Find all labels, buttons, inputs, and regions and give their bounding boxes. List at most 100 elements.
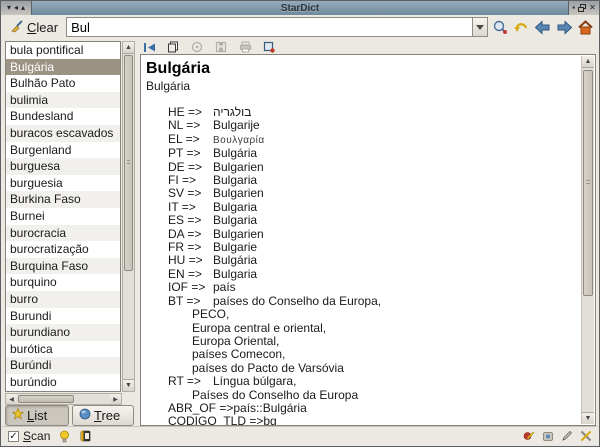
forward-icon[interactable]	[556, 18, 573, 37]
stardict-window: ▾ ◂ ▴ StarDict ▪ ✕ Clear	[0, 0, 600, 447]
edit-icon[interactable]	[560, 430, 573, 443]
list-item[interactable]: Burnei	[6, 208, 120, 225]
list-item[interactable]: Burquina Faso	[6, 258, 120, 275]
list-item[interactable]: burro	[6, 291, 120, 308]
translation-line: DA =>Bulgarien	[146, 228, 581, 241]
dictionary-book-icon[interactable]	[79, 430, 92, 443]
tools-icon[interactable]	[579, 430, 592, 443]
translation-line: ES =>Bulgaria	[146, 214, 581, 227]
language-code: DA =>	[168, 228, 213, 241]
close-icon[interactable]: ✕	[589, 4, 596, 12]
word-list-hscrollbar[interactable]: ◀ ▶	[5, 393, 122, 405]
list-item[interactable]: bula pontifical	[6, 42, 120, 59]
search-dropdown-button[interactable]	[472, 17, 488, 37]
scrollbar-thumb[interactable]	[124, 55, 133, 271]
window-title: StarDict	[281, 3, 319, 14]
list-item[interactable]: Burkina Faso	[6, 191, 120, 208]
translation-value: país	[213, 280, 236, 294]
scan-toggle[interactable]: ✓ Scan	[8, 429, 50, 443]
tab-list[interactable]: List	[5, 405, 69, 426]
list-item[interactable]: burquino	[6, 274, 120, 291]
play-sound-icon[interactable]	[190, 41, 204, 54]
definition-pane: Bulgária Bulgária HE =>בולגריהNL =>Bulga…	[140, 54, 596, 426]
list-item[interactable]: Bundesland	[6, 108, 120, 125]
scroll-down-icon[interactable]: ▼	[123, 379, 134, 391]
tab-tree[interactable]: Tree	[72, 405, 134, 426]
translation-value: בולגריה	[213, 105, 251, 119]
translation-line: Europa Oriental,	[146, 335, 581, 348]
tree-view-icon	[79, 408, 91, 423]
home-icon[interactable]	[577, 18, 594, 37]
save-icon[interactable]	[214, 41, 228, 54]
print-icon[interactable]	[238, 41, 252, 54]
scan-checkbox[interactable]: ✓	[8, 431, 19, 442]
definition-content[interactable]: Bulgária Bulgária HE =>בולגריהNL =>Bulga…	[141, 55, 581, 425]
translation-value: países do Pacto de Varsóvia	[192, 361, 344, 375]
main-toolbar: Clear	[2, 15, 598, 39]
translation-line: NL =>Bulgarije	[146, 119, 581, 132]
list-item[interactable]: burótica	[6, 341, 120, 358]
scroll-left-icon[interactable]: ◀	[6, 394, 17, 404]
plugin-icon[interactable]	[541, 430, 554, 443]
scroll-up-icon[interactable]: ▲	[123, 42, 134, 54]
translation-value: Bulgarien	[213, 186, 264, 200]
list-item[interactable]: buracos escavados	[6, 125, 120, 142]
language-code: FR =>	[168, 241, 213, 254]
lightbulb-icon[interactable]	[58, 430, 71, 443]
translation-value: países do Conselho da Europa,	[213, 294, 381, 308]
sticky-icon[interactable]: ◂	[14, 4, 18, 12]
list-item[interactable]: burguesa	[6, 158, 120, 175]
translation-list: HE =>בולגריהNL =>BulgarijeEL =>Βουλγαρία…	[146, 106, 581, 425]
list-item[interactable]: Bulhão Pato	[6, 75, 120, 92]
scroll-up-icon[interactable]: ▲	[582, 56, 594, 68]
titlebar-right-controls: ▪ ✕	[569, 1, 599, 15]
definition-vscrollbar[interactable]: ▲ ▼	[581, 56, 594, 424]
undo-icon[interactable]	[513, 18, 530, 37]
list-item[interactable]: Burgenland	[6, 142, 120, 159]
translation-line: DE =>Bulgarien	[146, 161, 581, 174]
list-item[interactable]: burguesia	[6, 175, 120, 192]
translation-value: Europa Oriental,	[192, 334, 279, 348]
list-item[interactable]: burundiano	[6, 324, 120, 341]
scroll-down-icon[interactable]: ▼	[582, 412, 594, 424]
translation-line: PT =>Bulgária	[146, 147, 581, 160]
list-item[interactable]: Burundi	[6, 308, 120, 325]
translation-line: países do Pacto de Varsóvia	[146, 362, 581, 375]
translation-line: IOF =>país	[146, 281, 581, 294]
chevron-down-icon	[476, 25, 484, 30]
scan-label: Scan	[23, 429, 50, 443]
list-item[interactable]: burocracia	[6, 225, 120, 242]
clear-button[interactable]: Clear	[6, 17, 62, 38]
scroll-right-icon[interactable]: ▶	[110, 394, 121, 404]
language-code: FI =>	[168, 174, 213, 187]
menu-icon[interactable]: ▾	[7, 4, 11, 12]
find-icon[interactable]	[492, 18, 509, 37]
search-definition-icon[interactable]	[262, 41, 276, 54]
copy-icon[interactable]	[166, 41, 180, 54]
back-icon[interactable]	[534, 18, 551, 37]
titlebar: ▾ ◂ ▴ StarDict ▪ ✕	[1, 1, 599, 15]
article-toolbar	[142, 40, 276, 54]
translation-line: FR =>Bulgarie	[146, 241, 581, 254]
list-item[interactable]: burúndio	[6, 374, 120, 391]
language-code: IT =>	[168, 201, 213, 214]
minimize-icon[interactable]: ▪	[572, 4, 575, 12]
list-item[interactable]: Bulgária	[6, 59, 120, 76]
list-item[interactable]: bulimia	[6, 92, 120, 109]
go-first-icon[interactable]	[142, 41, 156, 54]
translation-value: Bulgarien	[213, 160, 264, 174]
dict-manage-icon[interactable]	[522, 430, 535, 443]
shade-icon[interactable]: ▴	[21, 4, 25, 12]
scrollbar-thumb[interactable]	[583, 70, 593, 296]
translation-line: IT =>Bulgaria	[146, 201, 581, 214]
maximize-icon[interactable]	[578, 4, 586, 12]
language-code: EN =>	[168, 268, 213, 281]
list-item[interactable]: burocratização	[6, 241, 120, 258]
search-input[interactable]	[66, 17, 472, 37]
search-combo	[66, 17, 488, 37]
word-list-vscrollbar[interactable]: ▲ ▼	[122, 41, 135, 392]
titlebar-center[interactable]: StarDict	[31, 1, 569, 15]
language-code: SV =>	[168, 187, 213, 200]
scrollbar-thumb[interactable]	[18, 395, 74, 403]
list-item[interactable]: Burúndi	[6, 357, 120, 374]
